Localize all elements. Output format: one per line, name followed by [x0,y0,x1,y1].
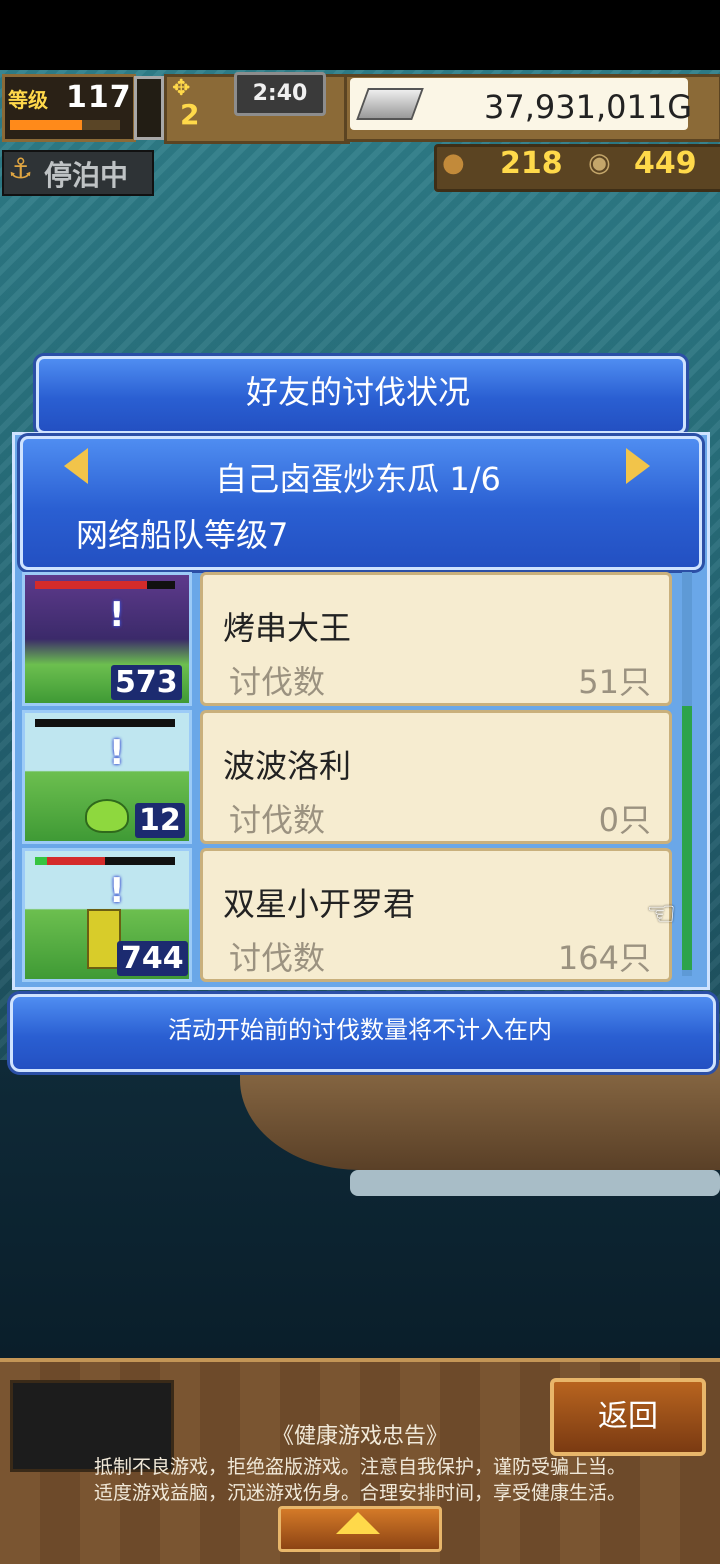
monster-thumbnail[interactable]: ! 573 [22,572,192,706]
defeat-label: 讨伐数 [229,663,326,701]
defeat-count: 164只 [557,939,651,977]
hp-fill [35,581,147,589]
level-progress-fill [10,120,82,130]
twin-star-sprite [87,909,121,969]
level-tag: 等级 [8,88,48,112]
alert-icon: ! [109,733,125,773]
ship-foam [350,1170,720,1196]
anchor-icon: ⚓ [8,152,34,185]
alert-icon: ! [109,595,125,635]
defeat-count: 51只 [578,663,651,701]
monster-level: 744 [117,941,188,976]
arrow-up-icon [336,1512,380,1534]
hud-slot [134,76,164,140]
player-name: 烤串大王 [223,609,352,647]
note-text: 活动开始前的讨伐数量将不计入在内 [168,1016,552,1044]
resource2-value: 449 [634,146,697,181]
monster-thumbnail[interactable]: ! 12 [22,710,192,844]
pointing-hand-icon: ☜ [646,894,677,934]
defeat-label: 讨伐数 [229,801,326,839]
monster-thumbnail[interactable]: ! 744 [22,848,192,982]
crew-value: 2 [180,98,200,131]
defeat-count: 0只 [598,801,651,839]
player-name: 波波洛利 [223,747,352,785]
monster-level: 573 [111,665,182,700]
slime-sprite [85,799,129,833]
list-item[interactable]: 烤串大王 讨伐数 51只 [200,572,672,706]
health-notice-title: 《健康游戏忠告》 [271,1424,448,1449]
level-value: 117 [66,80,132,115]
ship-hull [240,1060,720,1170]
dialog-title: 好友的讨伐状况 [245,373,470,411]
scrollbar-thumb[interactable] [682,706,692,970]
list-item[interactable]: 波波洛利 讨伐数 0只 [200,710,672,844]
status-bar [0,0,720,70]
resource1-value: 218 [500,146,563,181]
monster-level: 12 [135,803,185,838]
coin-icon: ◉ [588,148,611,178]
hp-bar [35,719,175,727]
clock-display: 2:40 [234,72,326,116]
hp-marker [35,857,47,865]
defeat-label: 讨伐数 [229,939,326,977]
anchor-status-label: 停泊中 [44,159,129,192]
player-name: 双星小开罗君 [223,885,416,923]
barrel-icon: ● [442,148,465,178]
health-notice-line2: 适度游戏益脑，沉迷游戏伤身。合理安排时间，享受健康生活。 [93,1482,626,1504]
fleet-level: 网络船队等级7 [76,516,289,554]
coin-bar-icon [356,88,424,120]
health-notice-line1: 抵制不良游戏，拒绝盗版游戏。注意自我保护，谨防受骗上当。 [93,1456,626,1478]
list-item[interactable]: 双星小开罗君 讨伐数 164只 [200,848,672,982]
gold-value: 37,931,011G [484,88,693,126]
friend-name: 自己卤蛋炒东瓜 1/6 [215,460,501,498]
alert-icon: ! [109,871,125,911]
